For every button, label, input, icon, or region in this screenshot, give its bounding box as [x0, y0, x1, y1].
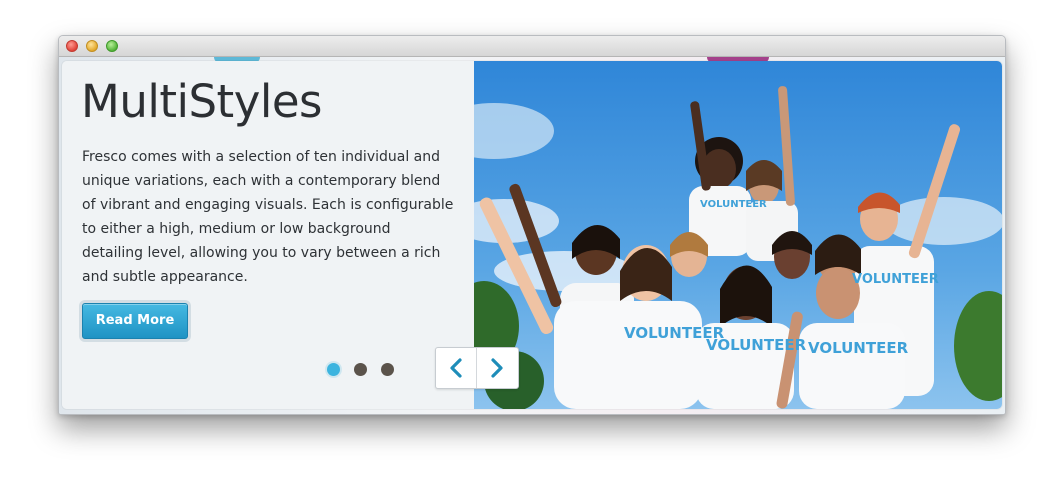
maximize-window-button[interactable]: [106, 40, 118, 52]
pagination-dot-2[interactable]: [354, 363, 367, 376]
shirt-text: VOLUNTEER: [706, 336, 807, 354]
shirt-text: VOLUNTEER: [808, 339, 909, 357]
next-slide-button[interactable]: [477, 348, 517, 388]
window-titlebar: [59, 36, 1005, 57]
minimize-window-button[interactable]: [86, 40, 98, 52]
chevron-left-icon: [450, 358, 462, 378]
read-more-button[interactable]: Read More: [82, 303, 188, 339]
page-content: MultiStyles Fresco comes with a selectio…: [59, 57, 1005, 414]
slide-photo: VOLUNTEER VOLUNTEER VOLUNTEER VOLUNTEER …: [474, 61, 1002, 409]
slide-title: MultiStyles: [81, 75, 322, 128]
slider-navigation: [435, 347, 519, 389]
volunteers-photo: VOLUNTEER VOLUNTEER VOLUNTEER VOLUNTEER …: [474, 61, 1002, 409]
close-window-button[interactable]: [66, 40, 78, 52]
chevron-right-icon: [491, 358, 503, 378]
browser-window: MultiStyles Fresco comes with a selectio…: [58, 35, 1006, 415]
shirt-text: VOLUNTEER: [700, 199, 767, 210]
slide-description: Fresco comes with a selection of ten ind…: [82, 149, 454, 285]
slide-text-panel: MultiStyles Fresco comes with a selectio…: [62, 61, 474, 409]
shirt-text: VOLUNTEER: [852, 272, 939, 287]
pagination-dot-3[interactable]: [381, 363, 394, 376]
slider: MultiStyles Fresco comes with a selectio…: [62, 61, 1002, 409]
previous-slide-button[interactable]: [436, 348, 477, 388]
pagination-dot-1[interactable]: [327, 363, 340, 376]
